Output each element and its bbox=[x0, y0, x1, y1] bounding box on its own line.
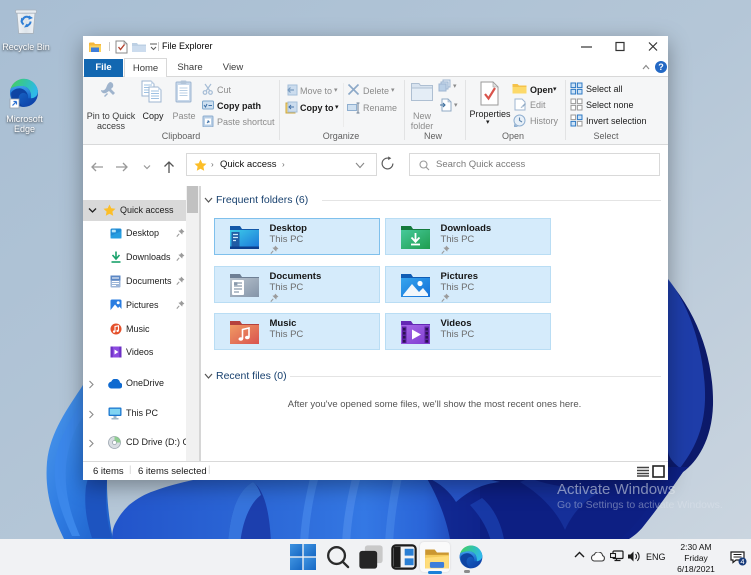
svg-text:4: 4 bbox=[740, 557, 744, 566]
